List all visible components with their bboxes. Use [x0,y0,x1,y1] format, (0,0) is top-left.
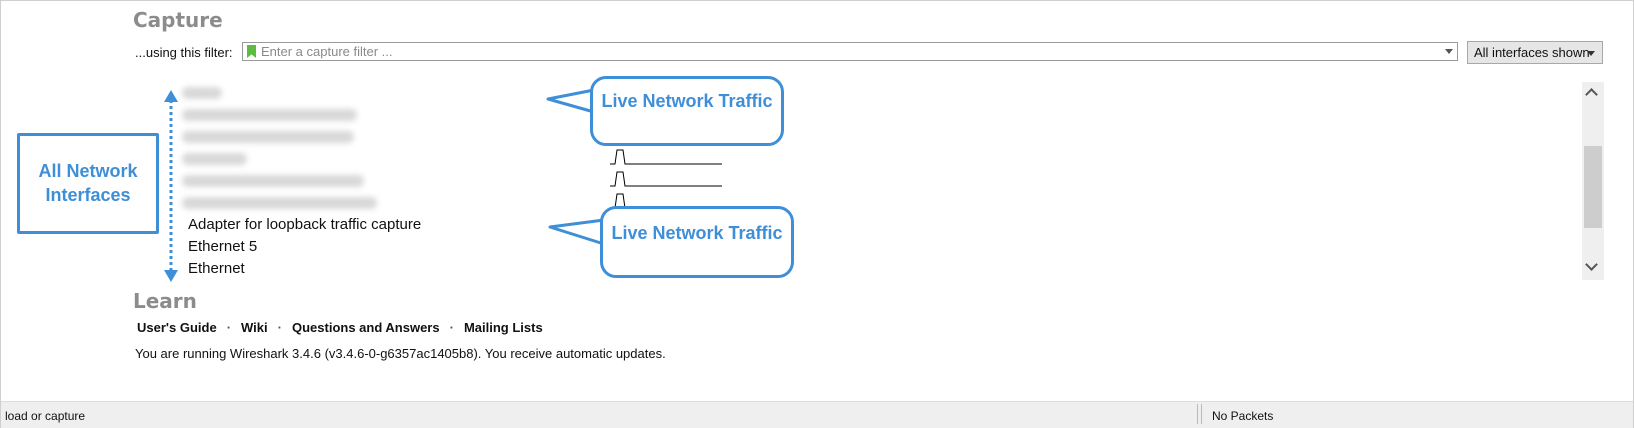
redacted-interface-name [182,175,364,187]
vertical-scrollbar[interactable] [1582,82,1604,280]
packet-count-status: No Packets [1212,409,1274,423]
bookmark-icon[interactable] [247,45,256,58]
learn-heading: Learn [133,289,197,313]
interface-name: Adapter for loopback traffic capture [188,216,422,233]
filter-label: ...using this filter: [135,45,233,60]
interface-name: Ethernet [188,260,245,277]
all-network-interfaces-callout: All Network Interfaces [17,133,159,234]
interfaces-shown-dropdown[interactable]: All interfaces shown [1467,41,1603,64]
wiki-link[interactable]: Wiki [241,320,268,335]
scrollbar-thumb[interactable] [1584,146,1602,228]
version-info: You are running Wireshark 3.4.6 (v3.4.6-… [135,346,666,361]
mailing-lists-link[interactable]: Mailing Lists [464,320,543,335]
status-message: load or capture [5,409,86,423]
status-bar: load or capture No Packets [1,401,1633,428]
redacted-interface-name [182,87,222,99]
live-traffic-callout: Live Network Traffic [590,76,784,146]
interfaces-shown-label: All interfaces shown [1474,45,1590,60]
traffic-sparkline [610,149,722,165]
chevron-down-icon [1587,51,1595,56]
capture-filter-field[interactable] [242,42,1458,61]
status-divider[interactable] [1197,404,1202,424]
capture-filter-input[interactable] [261,43,1431,60]
interface-row[interactable] [180,170,722,192]
interface-list[interactable]: Adapter for loopback traffic capture Eth… [180,82,1604,280]
chevron-down-icon[interactable] [1445,49,1453,54]
link-separator: · [226,320,232,335]
callout-label: All Network Interfaces [38,161,138,205]
interface-name: Ethernet 5 [188,238,258,255]
traffic-sparkline [610,171,722,187]
scroll-down-icon[interactable] [1585,258,1598,271]
scroll-up-icon[interactable] [1585,88,1598,101]
redacted-interface-name [182,131,354,143]
redacted-interface-name [182,153,247,165]
redacted-interface-name [182,109,357,121]
users-guide-link[interactable]: User's Guide [137,320,217,335]
callout-label: Live Network Traffic [601,91,773,111]
questions-and-answers-link[interactable]: Questions and Answers [292,320,440,335]
link-separator: · [277,320,282,335]
capture-heading: Capture [133,8,223,32]
interface-row[interactable] [180,148,722,170]
redacted-interface-name [182,197,377,209]
callout-label: Live Network Traffic [611,223,783,243]
live-traffic-callout: Live Network Traffic [600,206,794,278]
learn-links: User's Guide · Wiki · Questions and Answers ·… [137,320,543,335]
link-separator: · [449,320,454,335]
